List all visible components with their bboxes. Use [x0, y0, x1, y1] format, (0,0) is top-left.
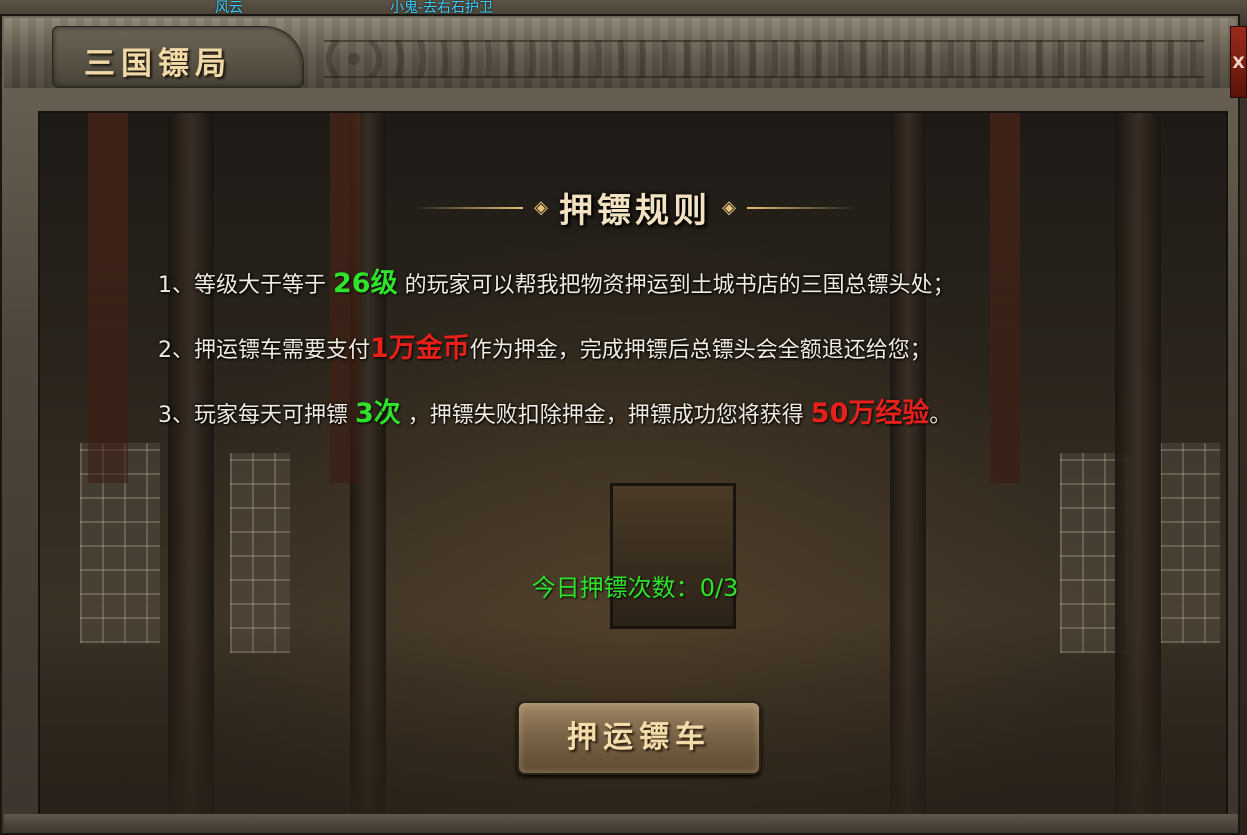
- hall-banner: [990, 113, 1020, 483]
- window-title: 三国镖局: [84, 46, 232, 82]
- window-titlebar[interactable]: 三国镖局: [4, 18, 1236, 88]
- ornament-diamond-icon: ◈: [534, 197, 548, 218]
- title-ornament: [324, 40, 1204, 78]
- escort-cart-button[interactable]: 押运镖车: [517, 701, 761, 775]
- frame-bottom-edge: [4, 814, 1238, 833]
- rule-line-2: 2、押运镖车需要支付1万金币作为押金，完成押镖后总镖头会全额退还给您；: [158, 333, 932, 364]
- hall-banner: [88, 113, 128, 483]
- rule-line-1: 1、等级大于等于 26级 的玩家可以帮我把物资押运到土城书店的三国总镖头处；: [158, 268, 955, 299]
- reward-exp: 50万经验: [810, 398, 930, 429]
- daily-limit: 3次: [355, 398, 401, 429]
- heading-line-left: [412, 206, 523, 209]
- ornament-diamond-icon: ◈: [722, 197, 736, 218]
- rules-heading: ◈ 押镖规则 ◈: [40, 183, 1226, 232]
- rules-title: 押镖规则: [559, 191, 711, 231]
- daily-escort-count: 今日押镖次数：0/3: [40, 568, 1226, 603]
- rule-line-3: 3、玩家每天可押镖 3次 ，押镖失败扣除押金，押镖成功您将获得 50万经验。: [158, 398, 952, 429]
- required-level: 26级: [333, 268, 398, 299]
- hall-window-decoration: [1160, 443, 1220, 643]
- heading-line-right: [747, 206, 858, 209]
- close-button[interactable]: X: [1230, 26, 1247, 98]
- count-value: 0/3: [699, 574, 739, 602]
- content-panel: ◈ 押镖规则 ◈ 1、等级大于等于 26级 的玩家可以帮我把物资押运到土城书店的…: [38, 111, 1228, 828]
- hall-window-decoration: [230, 453, 290, 653]
- count-label: 今日押镖次数：: [531, 574, 700, 602]
- hall-back-door: [610, 483, 736, 629]
- deposit-amount: 1万金币: [370, 333, 470, 364]
- escort-agency-window: 三国镖局 ◈ 押镖规则 ◈ 1、等级大于等于 26级 的玩家可以帮我把物资押运到…: [0, 14, 1240, 835]
